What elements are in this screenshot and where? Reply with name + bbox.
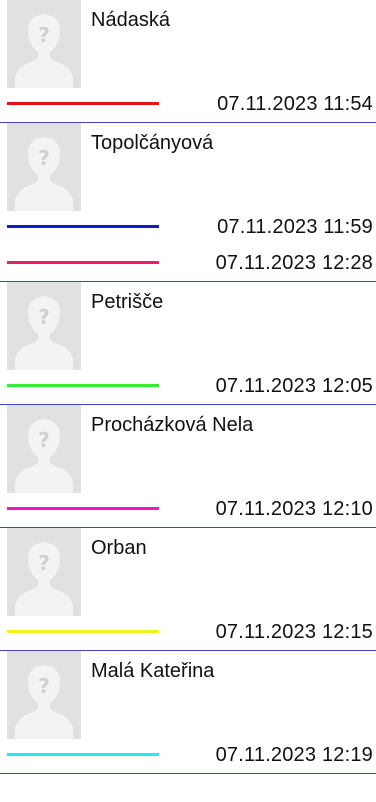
track-row: 07.11.2023 11:54 — [7, 88, 376, 120]
participant-entry[interactable]: ? Petrišče 07.11.2023 12:05 — [0, 282, 376, 405]
participant-entry[interactable]: ? Procházková Nela 07.11.2023 12:10 — [0, 405, 376, 528]
participant-name: Topolčányová — [91, 132, 214, 154]
track-timestamp: 07.11.2023 12:19 — [215, 744, 373, 766]
avatar-placeholder-icon: ? — [7, 123, 81, 211]
svg-text:?: ? — [38, 674, 50, 698]
track-row: 07.11.2023 12:28 — [7, 247, 376, 279]
track-timestamp: 07.11.2023 12:28 — [215, 252, 373, 274]
track-timestamp: 07.11.2023 11:59 — [217, 216, 373, 238]
track-row: 07.11.2023 12:05 — [7, 370, 376, 402]
participant-entry[interactable]: ? Nádaská 07.11.2023 11:54 — [0, 0, 376, 123]
participant-entry[interactable]: ? Malá Kateřina 07.11.2023 12:19 — [0, 651, 376, 774]
participant-name: Nádaská — [91, 9, 170, 31]
track-timestamp: 07.11.2023 11:54 — [217, 93, 373, 115]
track-row: 07.11.2023 12:10 — [7, 493, 376, 525]
track-color-line — [7, 507, 159, 510]
track-color-line — [7, 102, 159, 105]
avatar-placeholder-icon: ? — [7, 528, 81, 616]
participant-entry[interactable]: ? Orban 07.11.2023 12:15 — [0, 528, 376, 651]
svg-text:?: ? — [38, 23, 50, 47]
track-timestamp: 07.11.2023 12:15 — [215, 621, 373, 643]
participant-name: Orban — [91, 537, 147, 559]
participant-name: Malá Kateřina — [91, 660, 215, 682]
track-color-line — [7, 753, 159, 756]
participant-name: Petrišče — [91, 291, 164, 313]
track-timestamp: 07.11.2023 12:05 — [215, 375, 373, 397]
avatar-placeholder-icon: ? — [7, 651, 81, 739]
participant-entry[interactable]: ? Topolčányová 07.11.2023 11:59 07.11.20… — [0, 123, 376, 282]
avatar-placeholder-icon: ? — [7, 0, 81, 88]
svg-text:?: ? — [38, 305, 50, 329]
track-row: 07.11.2023 12:15 — [7, 616, 376, 648]
participant-list: ? Nádaská 07.11.2023 11:54 ? Topolčányov… — [0, 0, 376, 774]
track-color-line — [7, 630, 159, 633]
track-color-line — [7, 225, 159, 228]
svg-text:?: ? — [38, 551, 50, 575]
track-color-line — [7, 261, 159, 264]
track-timestamp: 07.11.2023 12:10 — [215, 498, 373, 520]
participant-name: Procházková Nela — [91, 414, 254, 436]
avatar-placeholder-icon: ? — [7, 405, 81, 493]
svg-text:?: ? — [38, 146, 50, 170]
avatar-placeholder-icon: ? — [7, 282, 81, 370]
track-row: 07.11.2023 11:59 — [7, 211, 376, 243]
track-color-line — [7, 384, 159, 387]
svg-text:?: ? — [38, 428, 50, 452]
track-row: 07.11.2023 12:19 — [7, 739, 376, 771]
